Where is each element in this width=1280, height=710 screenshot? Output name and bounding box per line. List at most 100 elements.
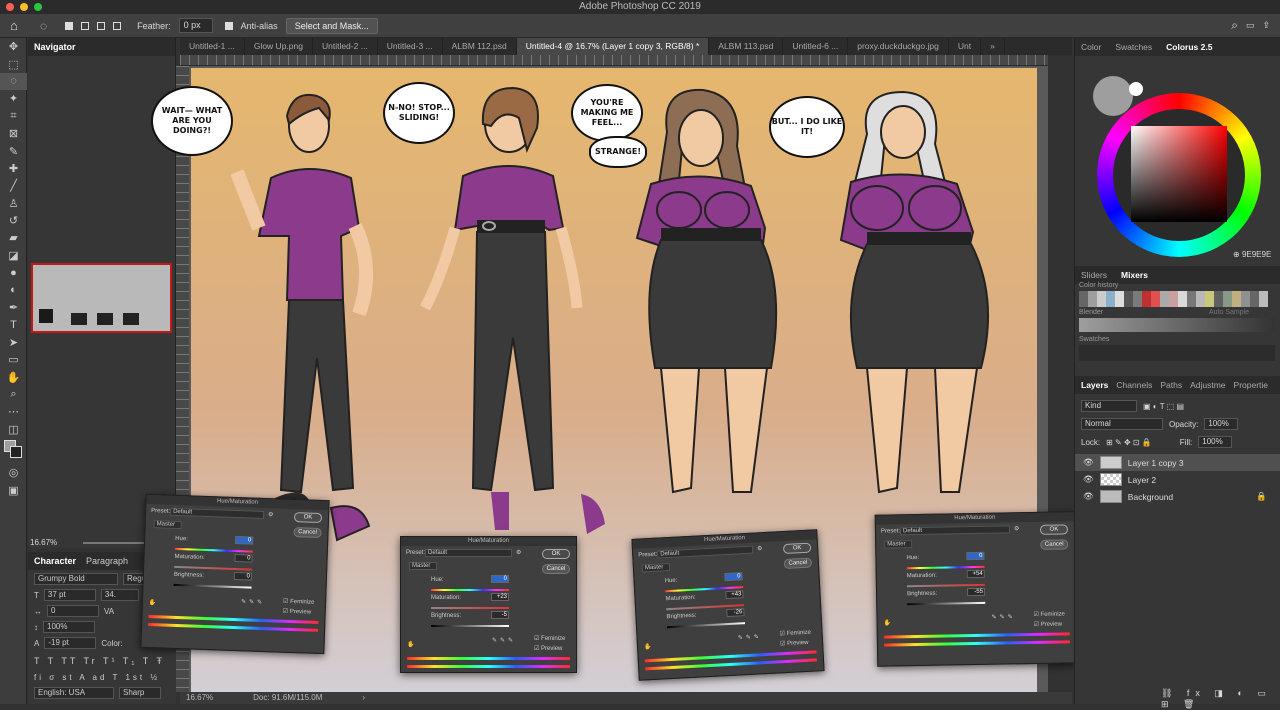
history-brush-icon[interactable]: ↺ [0, 212, 27, 229]
doc-tab-glow-up[interactable]: Glow Up.png [245, 38, 313, 55]
doc-tab-untitled-6[interactable]: Untitled-6 ... [783, 38, 849, 55]
tab-paths[interactable]: Paths [1160, 380, 1182, 390]
ok-button[interactable]: OK [293, 512, 323, 523]
brightness-input[interactable]: 0 [233, 571, 253, 581]
cancel-button[interactable]: Cancel [293, 527, 322, 538]
maturation-input[interactable]: +23 [491, 593, 509, 601]
layer-name[interactable]: Layer 1 copy 3 [1128, 458, 1184, 468]
eyedropper-icons[interactable]: ✎✎✎ [738, 633, 762, 641]
type-style-buttons[interactable]: T T TT Tr T¹ T₁ T Ŧ [28, 654, 176, 668]
eraser-icon[interactable]: ▰ [0, 229, 27, 246]
zoom-tool-icon[interactable]: ⌕ [0, 386, 27, 403]
kerning-input[interactable]: 0 [47, 605, 99, 617]
more-tabs-icon[interactable]: » [981, 38, 1005, 55]
tab-adjustments[interactable]: Adjustme [1190, 380, 1225, 390]
doc-tab-albm-113[interactable]: ALBM 113.psd [709, 38, 784, 55]
eye-icon[interactable]: 👁 [1083, 474, 1094, 485]
brightness-slider[interactable] [431, 625, 509, 627]
preview-checkbox[interactable]: ☑ Preview [283, 608, 312, 616]
brightness-input[interactable]: -5 [491, 611, 509, 619]
hand-icon[interactable]: ✋ [149, 599, 157, 606]
cancel-button[interactable]: Cancel [783, 557, 813, 570]
hue-maturation-dialog-3[interactable]: Hue/Maturation Preset: Default ⚙ OK Canc… [631, 529, 825, 681]
hand-icon[interactable]: ✋ [407, 641, 414, 648]
doc-tab-untitled-1[interactable]: Untitled-1 ... [180, 38, 245, 55]
channel-select[interactable]: Master [153, 520, 182, 530]
type-tool-icon[interactable]: T [0, 316, 27, 333]
marquee-tool-icon[interactable]: ⬚ [0, 55, 27, 72]
ok-button[interactable]: OK [782, 542, 812, 555]
eye-icon[interactable]: 👁 [1083, 457, 1094, 468]
layer-name[interactable]: Layer 2 [1128, 475, 1156, 485]
mixer-swatch-row[interactable] [1079, 345, 1275, 361]
preview-checkbox[interactable]: ☑ Preview [780, 639, 809, 647]
font-size-input[interactable]: 37 pt [43, 589, 96, 601]
subtract-selection-icon[interactable] [97, 21, 106, 30]
search-icon[interactable]: ⌕ [1231, 18, 1238, 33]
channel-select[interactable]: Master [409, 562, 437, 570]
antialias-select[interactable]: Sharp [119, 687, 161, 699]
maturation-slider[interactable] [906, 583, 985, 588]
add-selection-icon[interactable] [81, 21, 90, 30]
leading-input[interactable]: 34. [100, 589, 139, 601]
navigator-title[interactable]: Navigator [34, 42, 76, 52]
status-doc-size[interactable]: Doc: 91.6M/115.0M [253, 692, 322, 704]
quick-mask-icon[interactable]: ◎ [0, 464, 27, 481]
eye-icon[interactable]: 👁 [1083, 491, 1094, 502]
brightness-slider[interactable] [907, 601, 986, 606]
tab-swatches[interactable]: Swatches [1115, 42, 1152, 52]
ok-button[interactable]: OK [1039, 524, 1069, 535]
clone-stamp-icon[interactable]: ♙ [0, 195, 27, 212]
feminize-checkbox[interactable]: ☑ Feminize [283, 598, 315, 606]
preview-checkbox[interactable]: ☑ Preview [534, 645, 562, 652]
close-window-button[interactable] [6, 3, 14, 11]
lasso-icon[interactable]: ◌ [40, 19, 47, 33]
doc-tab-untitled-3[interactable]: Untitled-3 ... [378, 38, 443, 55]
hue-input[interactable]: 0 [724, 572, 743, 582]
tab-properties[interactable]: Propertie [1234, 380, 1269, 390]
gear-icon[interactable]: ⚙ [268, 511, 274, 518]
cancel-button[interactable]: Cancel [1040, 539, 1069, 550]
preset-select[interactable]: Default [657, 545, 754, 559]
antialias-checkbox[interactable] [224, 21, 233, 30]
doc-tab-untitled-4-active[interactable]: Untitled-4 @ 16.7% (Layer 1 copy 3, RGB/… [516, 38, 710, 55]
filter-icons[interactable]: ▣ ◐ T ⬚ ▤ [1143, 402, 1184, 411]
channel-select[interactable]: Master [884, 540, 913, 549]
hue-input[interactable]: 0 [491, 575, 509, 583]
brush-tool-icon[interactable]: ╱ [0, 177, 27, 194]
saturation-value-square[interactable] [1131, 126, 1227, 222]
preview-checkbox[interactable]: ☑ Preview [1034, 621, 1062, 628]
gear-icon[interactable]: ⚙ [1014, 525, 1019, 532]
minimize-window-button[interactable] [20, 3, 28, 11]
hex-text[interactable]: 9E9E9E [1242, 250, 1271, 259]
tab-color[interactable]: Color [1081, 42, 1101, 52]
move-tool-icon[interactable]: ✥ [0, 38, 27, 55]
preset-select[interactable]: Default [169, 507, 265, 519]
status-zoom[interactable]: 16.67% [186, 692, 213, 704]
default-colors-icon[interactable]: ◫ [0, 421, 27, 438]
layer-row-2[interactable]: 👁 Layer 2 [1075, 471, 1280, 488]
tab-paragraph[interactable]: Paragraph [86, 556, 128, 566]
intersect-selection-icon[interactable] [113, 21, 122, 30]
color-swatches[interactable] [0, 438, 26, 464]
vertical-scale-input[interactable]: 100% [43, 621, 95, 633]
lock-icons[interactable]: ⊞ ✎ ✥ ⊡ 🔒 [1106, 438, 1152, 447]
blend-mode-select[interactable]: Normal [1081, 418, 1163, 430]
fill-input[interactable]: 100% [1198, 436, 1233, 448]
lasso-tool-icon[interactable]: ◌ [0, 72, 27, 91]
cancel-button[interactable]: Cancel [542, 564, 570, 574]
color-history-swatches[interactable] [1079, 291, 1275, 307]
navigator-thumbnail[interactable] [31, 263, 172, 333]
blur-tool-icon[interactable]: ● [0, 264, 27, 281]
frame-tool-icon[interactable]: ⊠ [0, 125, 27, 142]
eyedropper-icons[interactable]: ✎✎✎ [991, 613, 1015, 620]
share-icon[interactable]: ⇪ [1262, 20, 1270, 31]
tab-colorus[interactable]: Colorus 2.5 [1166, 42, 1212, 52]
workspace-icon[interactable]: ▭ [1246, 20, 1255, 31]
feminize-checkbox[interactable]: ☑ Feminize [779, 629, 811, 638]
hue-maturation-dialog-1[interactable]: Hue/Maturation Preset: Default ⚙ OK Canc… [140, 493, 330, 655]
layer-row-3[interactable]: 👁 Background 🔒 [1075, 488, 1280, 505]
eyedropper-icons[interactable]: ✎✎✎ [241, 598, 265, 606]
hand-icon[interactable]: ✋ [644, 643, 652, 650]
paint-bucket-icon[interactable]: ◪ [0, 247, 27, 264]
